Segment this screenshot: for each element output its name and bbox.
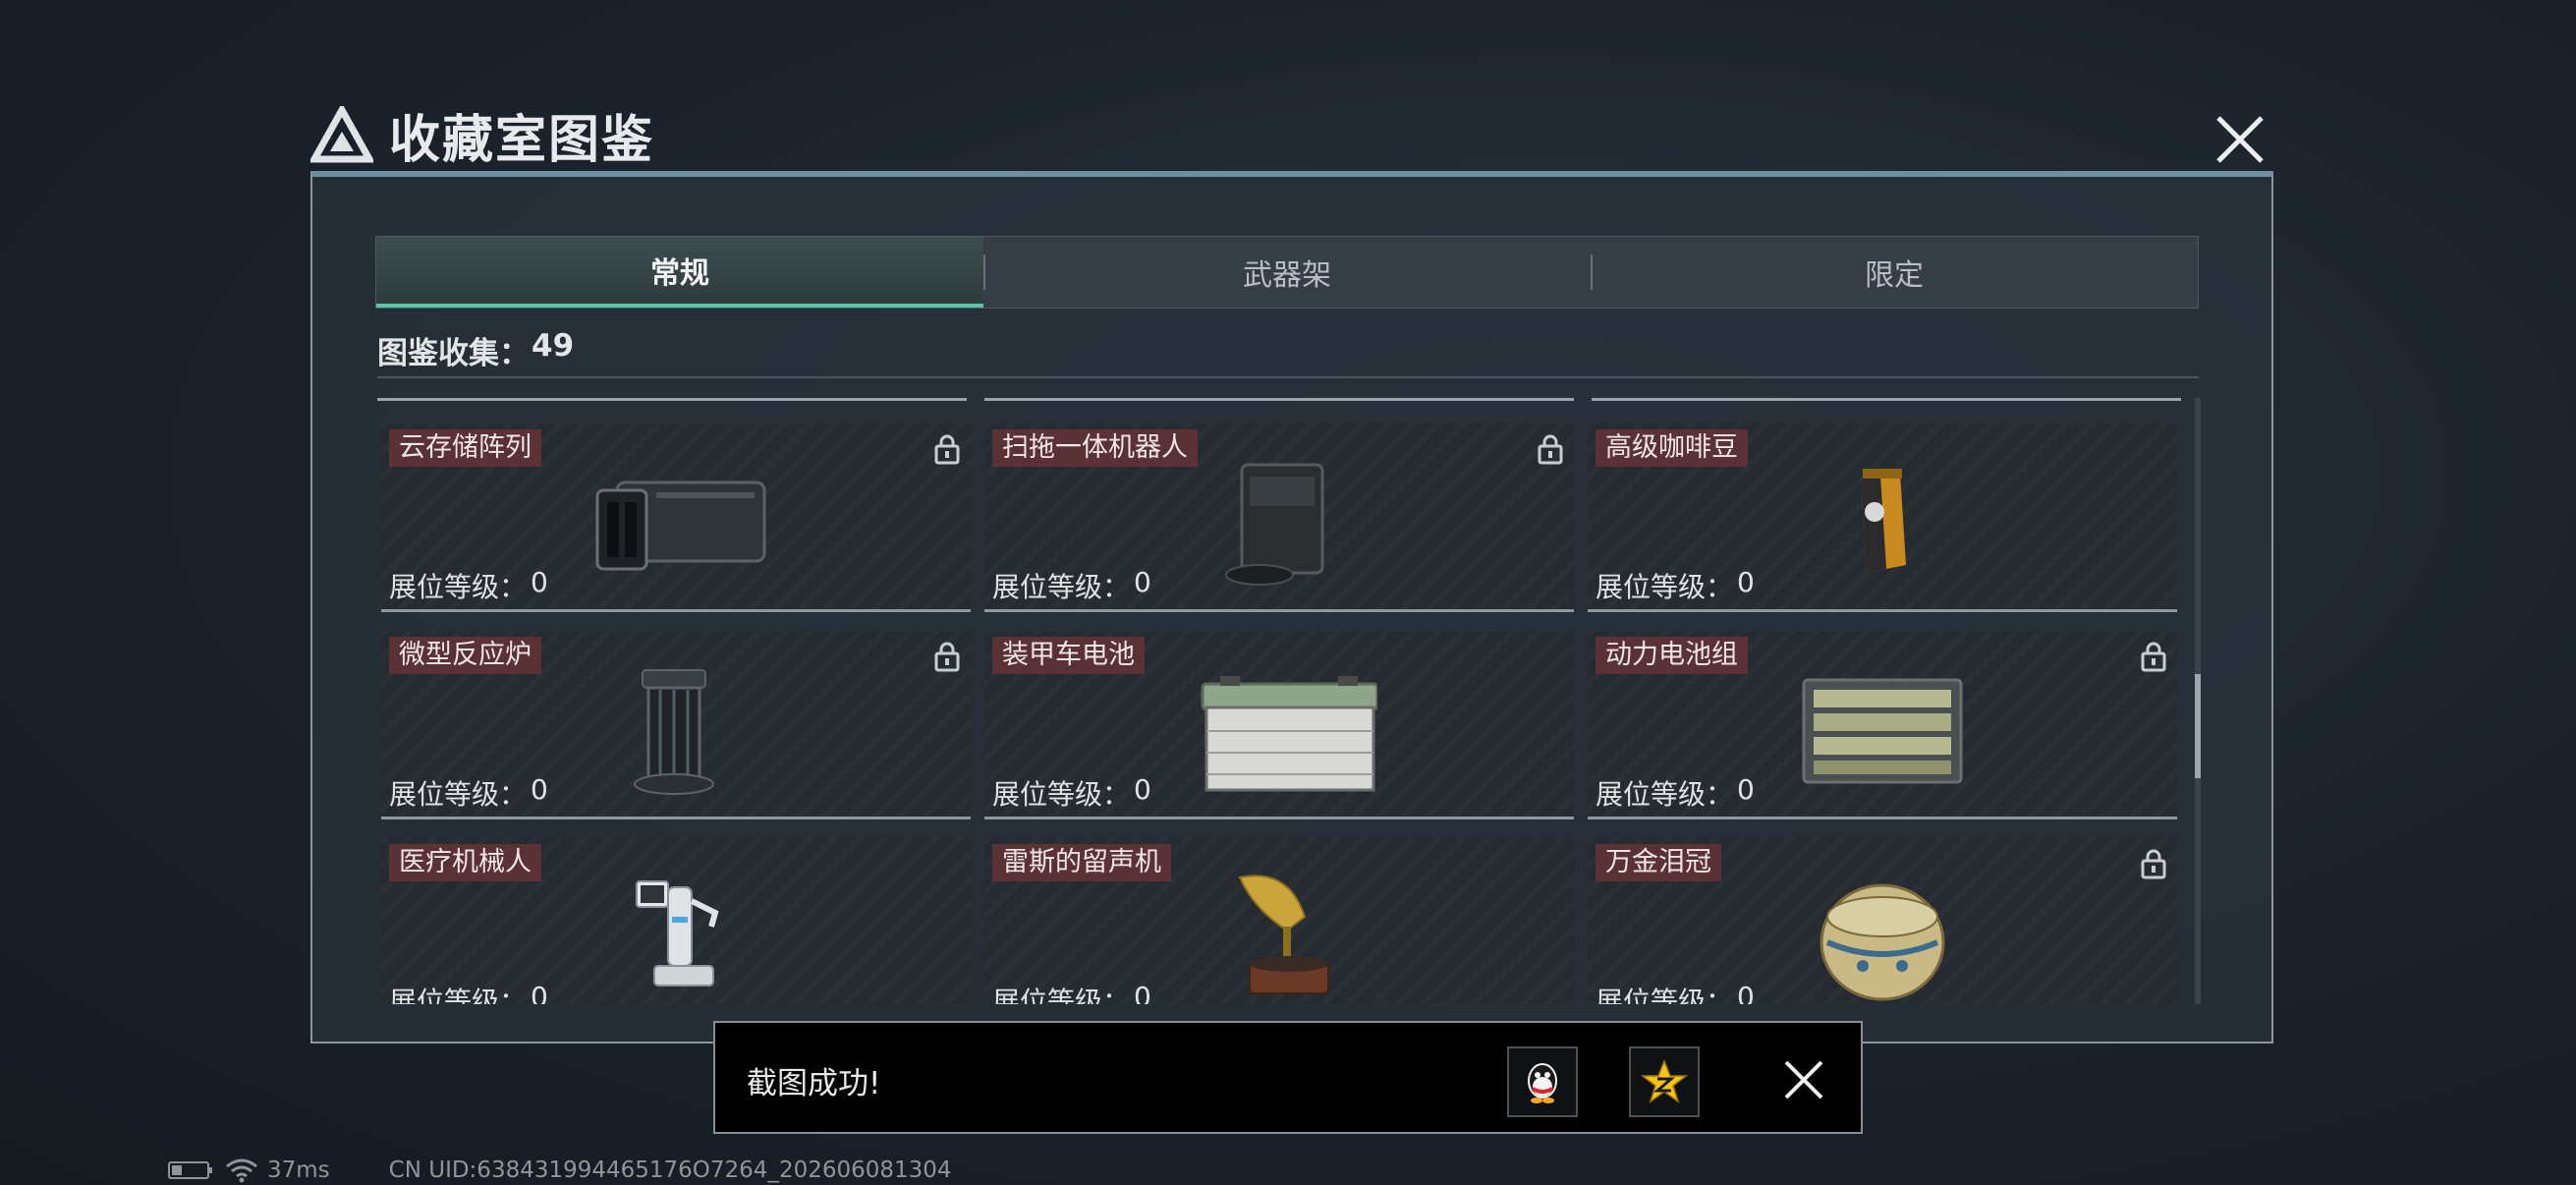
item-level: 展位等级： 0: [1596, 981, 1755, 1004]
gramophone-icon: [1238, 875, 1329, 994]
item-grid[interactable]: 云存储阵列 展位等级： 0 扫拖一体机器人 展位等级： 0 高级咖啡豆 展位等级…: [377, 398, 2181, 1004]
collection-count-label: 图鉴收集：: [377, 336, 530, 371]
medical-robot-icon: [636, 880, 719, 987]
battery-pack-icon: [1802, 678, 1963, 784]
collection-count: 图鉴收集： 49: [377, 328, 574, 372]
item-level-value: 0: [1134, 773, 1151, 806]
item-level-label: 展位等级：: [389, 778, 528, 811]
item-level-label: 展位等级：: [1596, 986, 1734, 1004]
item-card[interactable]: 装甲车电池 展位等级： 0: [984, 631, 1574, 819]
item-level: 展位等级： 0: [992, 981, 1151, 1004]
jeweled-egg-icon: [1820, 883, 1945, 1001]
item-level-value: 0: [1737, 981, 1755, 1004]
item-level-label: 展位等级：: [992, 571, 1131, 603]
item-level: 展位等级： 0: [1596, 566, 1755, 605]
item-level: 展位等级： 0: [992, 773, 1151, 813]
item-level-value: 0: [531, 773, 548, 806]
item-level: 展位等级： 0: [389, 981, 548, 1004]
server-icon: [595, 480, 766, 571]
item-card[interactable]: 云存储阵列 展位等级： 0: [381, 423, 971, 612]
page-title: 收藏室图鉴: [389, 110, 655, 170]
item-level-value: 0: [531, 981, 548, 1004]
item-name: 微型反应炉: [389, 637, 541, 674]
scrollbar-thumb[interactable]: [2195, 674, 2201, 778]
item-level-value: 0: [531, 566, 548, 598]
robot-vacuum-icon: [1225, 463, 1324, 586]
toast-close-icon[interactable]: [1782, 1058, 1825, 1101]
ping-value: 37ms: [267, 1157, 330, 1183]
item-name: 万金泪冠: [1596, 844, 1721, 881]
item-level-label: 展位等级：: [992, 986, 1131, 1004]
qzone-icon: [1641, 1059, 1688, 1103]
tab-weapon-rack[interactable]: 武器架: [983, 237, 1591, 308]
tab-limited[interactable]: 限定: [1591, 237, 2198, 308]
item-name: 装甲车电池: [992, 637, 1145, 674]
share-qzone-button[interactable]: [1629, 1046, 1700, 1117]
lock-icon: [2141, 642, 2166, 672]
share-qq-button[interactable]: [1507, 1046, 1578, 1117]
window-header: 收藏室图鉴: [310, 98, 654, 171]
close-icon[interactable]: [2211, 110, 2269, 169]
item-name: 云存储阵列: [389, 429, 541, 467]
item-level-label: 展位等级：: [389, 986, 528, 1004]
item-level: 展位等级： 0: [389, 773, 548, 813]
screenshot-toast: 截图成功!: [713, 1021, 1863, 1134]
triangle-logo-icon: [310, 106, 373, 163]
item-level-label: 展位等级：: [1596, 778, 1734, 811]
item-card[interactable]: 扫拖一体机器人 展位等级： 0: [984, 423, 1574, 612]
item-card[interactable]: 万金泪冠 展位等级： 0: [1588, 838, 2177, 1004]
divider: [377, 376, 2199, 378]
tab-regular[interactable]: 常规: [376, 237, 983, 308]
item-level-value: 0: [1134, 566, 1151, 598]
battery-status-icon: [168, 1161, 212, 1179]
item-name: 动力电池组: [1596, 637, 1748, 674]
item-card[interactable]: 高级咖啡豆 展位等级： 0: [1588, 423, 2177, 612]
user-uid: CN UID:638431994465176O7264_202606081304: [388, 1157, 952, 1183]
coffee-bag-icon: [1861, 469, 1906, 573]
lock-icon: [2141, 849, 2166, 879]
battery-icon: [1201, 676, 1377, 792]
item-level-label: 展位等级：: [389, 571, 528, 603]
lock-icon: [1538, 434, 1563, 465]
qq-icon: [1528, 1063, 1557, 1103]
row-divider: [377, 398, 2181, 401]
reactor-icon: [634, 669, 714, 795]
item-name: 高级咖啡豆: [1596, 429, 1748, 467]
tab-bar: 常规 武器架 限定: [375, 236, 2199, 309]
status-footer: 37ms CN UID:638431994465176O7264_2026060…: [167, 1156, 952, 1185]
toast-message: 截图成功!: [747, 1066, 881, 1101]
item-name: 雷斯的留声机: [992, 844, 1171, 881]
item-name: 医疗机械人: [389, 844, 541, 881]
item-level-value: 0: [1737, 773, 1755, 806]
item-level-label: 展位等级：: [1596, 571, 1734, 603]
wifi-icon: [226, 1158, 257, 1183]
item-level: 展位等级： 0: [992, 566, 1151, 605]
item-card[interactable]: 雷斯的留声机 展位等级： 0: [984, 838, 1574, 1004]
item-level-label: 展位等级：: [992, 778, 1131, 811]
item-card[interactable]: 医疗机械人 展位等级： 0: [381, 838, 971, 1004]
item-level-value: 0: [1134, 981, 1151, 1004]
lock-icon: [934, 642, 960, 672]
item-card[interactable]: 微型反应炉 展位等级： 0: [381, 631, 971, 819]
collection-count-value: 49: [532, 328, 575, 364]
item-level: 展位等级： 0: [389, 566, 548, 605]
item-name: 扫拖一体机器人: [992, 429, 1198, 467]
item-level: 展位等级： 0: [1596, 773, 1755, 813]
item-level-value: 0: [1737, 566, 1755, 598]
item-card[interactable]: 动力电池组 展位等级： 0: [1588, 631, 2177, 819]
lock-icon: [934, 434, 960, 465]
